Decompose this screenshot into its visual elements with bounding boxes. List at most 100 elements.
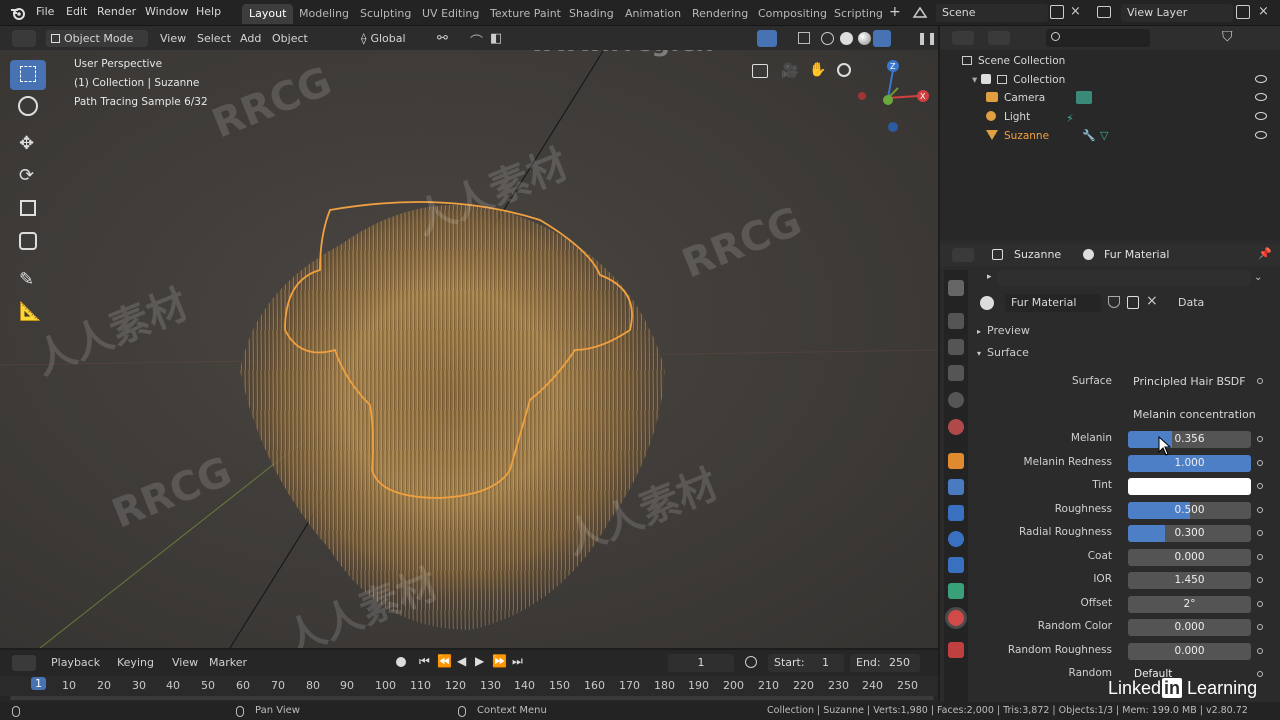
3d-viewport[interactable]: Z X 🎥 ✋ User Perspective (1) Collection …: [0, 50, 938, 648]
play-reverse-icon[interactable]: ◀: [457, 654, 466, 668]
scene-tab-icon[interactable]: [948, 392, 964, 408]
socket-dot-icon[interactable]: [1257, 378, 1263, 384]
socket-dot-icon[interactable]: [1257, 554, 1263, 560]
menu-file[interactable]: File: [36, 5, 54, 18]
camera-view-icon[interactable]: 🎥: [781, 63, 798, 79]
xray-icon[interactable]: [798, 32, 810, 44]
menu-render[interactable]: Render: [97, 5, 136, 18]
socket-dot-icon[interactable]: [1257, 671, 1263, 677]
menu-select[interactable]: Select: [192, 30, 236, 47]
play-icon[interactable]: ▶: [475, 654, 484, 668]
output-tab-icon[interactable]: [948, 339, 964, 355]
menu-window[interactable]: Window: [145, 5, 188, 18]
outliner-editor-icon[interactable]: [952, 31, 974, 45]
display-mode-icon[interactable]: [988, 31, 1010, 45]
toggle-sidebar-icon[interactable]: ❚❚: [917, 31, 937, 45]
socket-dot-icon[interactable]: [1257, 530, 1263, 536]
world-tab-icon[interactable]: [948, 419, 964, 435]
blender-logo-icon[interactable]: [10, 5, 26, 21]
render-tab-icon[interactable]: [948, 313, 964, 329]
eye-icon[interactable]: [1255, 93, 1267, 101]
socket-dot-icon[interactable]: [1257, 460, 1263, 466]
constraints-tab-icon[interactable]: [948, 557, 964, 573]
outliner-item-camera[interactable]: Camera: [986, 89, 1092, 107]
tab-modeling[interactable]: Modeling: [292, 4, 356, 24]
menu-add[interactable]: Add: [235, 30, 266, 47]
shading-rendered-icon[interactable]: [873, 30, 891, 47]
modifier-tab-icon[interactable]: [948, 479, 964, 495]
eye-icon[interactable]: [1255, 112, 1267, 120]
next-keyframe-icon[interactable]: ⏩: [492, 654, 507, 668]
link-data-dropdown[interactable]: Data: [1172, 294, 1268, 312]
prev-keyframe-icon[interactable]: ⏪: [437, 654, 452, 668]
texture-tab-icon[interactable]: [948, 642, 964, 658]
material-tab-icon[interactable]: [945, 607, 967, 629]
start-frame-field[interactable]: Start: 1: [768, 654, 844, 672]
property-field[interactable]: 1.450: [1128, 572, 1251, 589]
property-field[interactable]: 0.000: [1128, 643, 1251, 660]
mesh-data-tab-icon[interactable]: [948, 583, 964, 599]
measure-tool[interactable]: 📐: [10, 298, 46, 328]
transform-tool[interactable]: [10, 227, 46, 257]
transform-orientation-dropdown[interactable]: ⟠ Global: [356, 30, 428, 47]
timeline-scrollbar[interactable]: [10, 696, 934, 700]
tab-uv-editing[interactable]: UV Editing: [415, 4, 486, 24]
property-field[interactable]: 0.500: [1128, 502, 1251, 519]
new-view-layer-icon[interactable]: [1236, 5, 1250, 19]
move-tool[interactable]: ✥: [10, 130, 46, 160]
fake-user-icon[interactable]: [1108, 296, 1120, 308]
filter-icon[interactable]: ⛉: [1222, 29, 1233, 45]
annotate-tool[interactable]: ✎: [10, 266, 46, 296]
preview-panel-header[interactable]: ▸ Preview: [977, 324, 1030, 337]
tab-layout[interactable]: Layout: [242, 4, 294, 24]
outliner-item-suzanne[interactable]: Suzanne 🔧 ▽: [986, 127, 1108, 145]
tab-compositing[interactable]: Compositing: [751, 4, 834, 24]
socket-dot-icon[interactable]: [1257, 601, 1263, 607]
pan-hand-icon[interactable]: ✋: [809, 62, 826, 78]
select-box-tool[interactable]: [10, 60, 46, 90]
current-frame-field[interactable]: 1: [668, 654, 734, 672]
scale-tool[interactable]: [10, 194, 46, 224]
menu-keying[interactable]: Keying: [117, 656, 154, 669]
eye-icon[interactable]: [1255, 131, 1267, 139]
tab-texture-paint[interactable]: Texture Paint: [483, 4, 568, 24]
properties-editor-icon[interactable]: [952, 248, 974, 262]
property-field[interactable]: 0.000: [1128, 549, 1251, 566]
view-layer-tab-icon[interactable]: [948, 365, 964, 381]
pivot-icon[interactable]: ⚯: [437, 31, 448, 46]
gizmo-toggle-icon[interactable]: [757, 30, 777, 47]
socket-dot-icon[interactable]: [1257, 436, 1263, 442]
snap-icon[interactable]: ⌒: [470, 31, 483, 50]
property-field[interactable]: 0.300: [1128, 525, 1251, 542]
tab-rendering[interactable]: Rendering: [685, 4, 755, 24]
outliner-collection[interactable]: ▾ Collection: [972, 71, 1065, 89]
property-field[interactable]: 0.356: [1128, 431, 1251, 448]
tool-tab-icon[interactable]: [948, 280, 964, 296]
outliner-item-light[interactable]: Light ⚡: [986, 108, 1074, 126]
parametrization-dropdown[interactable]: Melanin concentration: [1128, 406, 1268, 424]
menu-view[interactable]: View: [155, 30, 191, 47]
scene-selector[interactable]: Scene: [936, 4, 1048, 22]
material-browse-icon[interactable]: [980, 296, 994, 310]
slot-expand-arrow-icon[interactable]: ▸: [987, 272, 992, 282]
view-layer-selector[interactable]: View Layer: [1121, 4, 1233, 22]
view-layer-icon[interactable]: [1097, 6, 1111, 18]
tab-shading[interactable]: Shading: [562, 4, 621, 24]
jump-start-icon[interactable]: ⏮: [419, 654, 430, 669]
new-scene-icon[interactable]: [1050, 5, 1064, 19]
material-name-field[interactable]: Fur Material: [1005, 294, 1101, 312]
timeline-editor-icon[interactable]: [12, 655, 36, 671]
cursor-tool[interactable]: [10, 92, 46, 122]
shading-material-icon[interactable]: [858, 32, 871, 45]
unlink-material-icon[interactable]: ×: [1146, 293, 1158, 309]
material-slot-list[interactable]: [997, 270, 1251, 286]
property-field[interactable]: 1.000: [1128, 455, 1251, 472]
property-field[interactable]: 2°: [1128, 596, 1251, 613]
rotate-tool[interactable]: ⟳: [10, 162, 46, 192]
scene-icon[interactable]: [912, 5, 928, 21]
duplicate-material-icon[interactable]: [1127, 296, 1139, 309]
outliner-search-input[interactable]: [1046, 29, 1150, 47]
socket-dot-icon[interactable]: [1257, 577, 1263, 583]
tab-sculpting[interactable]: Sculpting: [353, 4, 418, 24]
menu-timeline-view[interactable]: View: [172, 656, 198, 669]
